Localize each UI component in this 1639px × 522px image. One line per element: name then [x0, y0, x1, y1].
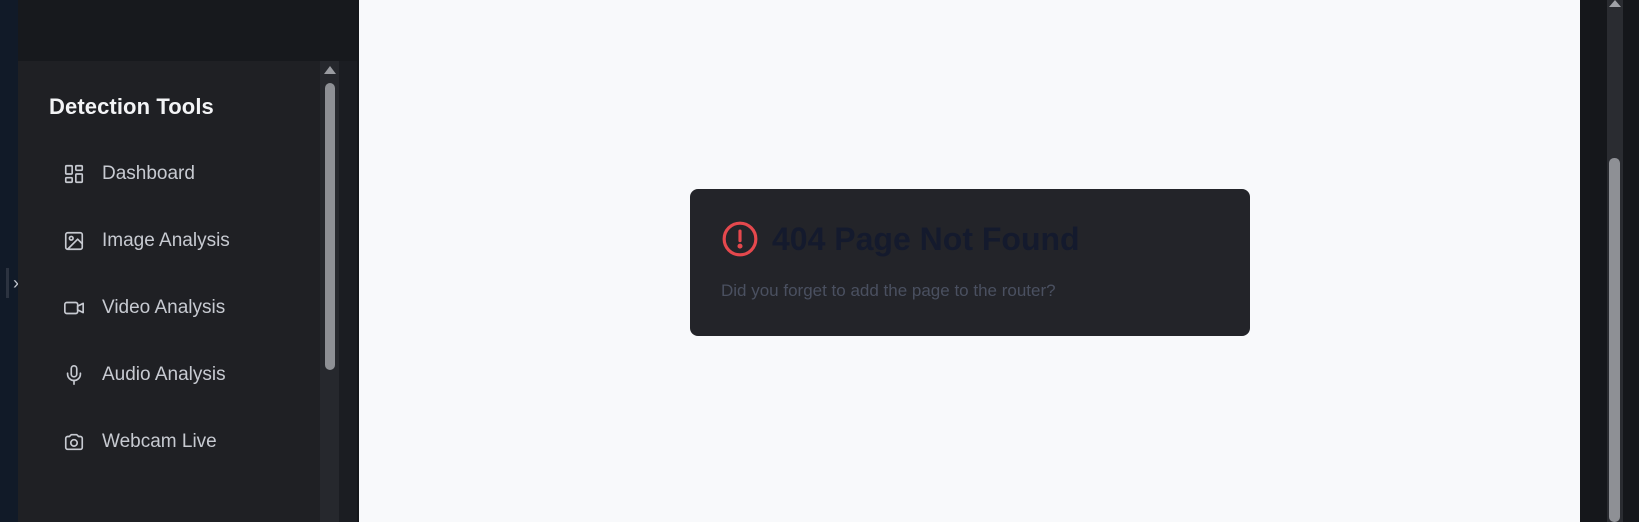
video-icon	[62, 296, 86, 320]
sidebar: Detection Tools Dashboard Image Analysis…	[18, 0, 377, 522]
left-edge	[0, 0, 18, 522]
sidebar-item-label: Webcam Live	[102, 431, 217, 452]
sidebar-item-video-analysis[interactable]: Video Analysis	[62, 290, 302, 326]
camera-icon	[62, 430, 86, 454]
dashboard-icon	[62, 162, 86, 186]
image-icon	[62, 229, 86, 253]
page-scroll-thumb[interactable]	[1609, 158, 1620, 522]
sidebar-item-audio-analysis[interactable]: Audio Analysis	[62, 357, 302, 393]
sidebar-item-image-analysis[interactable]: Image Analysis	[62, 223, 302, 259]
error-card: 404 Page Not Found Did you forget to add…	[690, 189, 1250, 336]
error-message: Did you forget to add the page to the ro…	[721, 281, 1056, 300]
sidebar-item-label: Video Analysis	[102, 297, 226, 318]
sidebar-item-webcam-live[interactable]: Webcam Live	[62, 424, 302, 460]
sidebar-scroll-thumb[interactable]	[325, 83, 335, 370]
alert-circle-icon	[721, 220, 759, 258]
error-title: 404 Page Not Found	[772, 221, 1080, 257]
sidebar-item-dashboard[interactable]: Dashboard	[62, 156, 302, 192]
scroll-up-arrow-icon[interactable]	[324, 66, 336, 74]
sidebar-item-label: Image Analysis	[102, 230, 230, 251]
scroll-up-arrow-icon[interactable]	[1609, 0, 1621, 7]
sidebar-item-label: Dashboard	[102, 163, 195, 184]
section-title: Detection Tools	[49, 94, 214, 119]
sidebar-header	[18, 0, 359, 61]
microphone-icon	[62, 363, 86, 387]
sidebar-item-label: Audio Analysis	[102, 364, 226, 385]
